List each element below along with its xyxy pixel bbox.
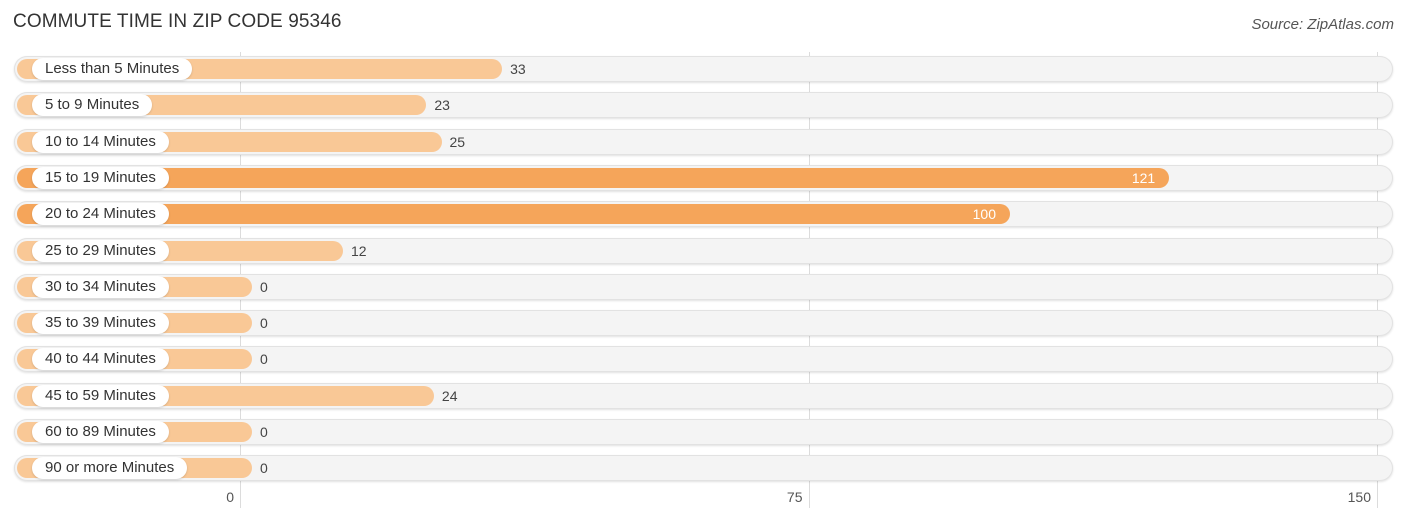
value-label: 12 xyxy=(350,242,367,259)
category-label: Less than 5 Minutes xyxy=(32,58,193,80)
category-label: 40 to 44 Minutes xyxy=(32,348,169,371)
bar-row: 90 or more Minutes 0 xyxy=(14,455,1393,482)
category-label: 45 to 59 Minutes xyxy=(32,384,169,407)
bar-row: Less than 5 Minutes 33 xyxy=(14,56,1393,82)
bar-row: 25 to 29 Minutes 12 xyxy=(14,237,1393,264)
value-label: 0 xyxy=(260,351,268,368)
bar[interactable] xyxy=(17,167,1170,188)
bar-row: 15 to 19 Minutes 121 xyxy=(14,164,1393,191)
value-label: 24 xyxy=(441,387,458,404)
category-label: 10 to 14 Minutes xyxy=(32,130,169,153)
bar-row: 30 to 34 Minutes 0 xyxy=(14,273,1393,300)
value-label: 23 xyxy=(434,97,450,114)
category-label: 30 to 34 Minutes xyxy=(32,275,169,298)
category-label: 90 or more Minutes xyxy=(32,457,188,480)
value-label: 25 xyxy=(449,133,466,150)
category-label: 25 to 29 Minutes xyxy=(32,239,169,262)
x-tick-label: 150 xyxy=(1347,489,1371,505)
category-label: 35 to 39 Minutes xyxy=(32,312,169,335)
value-label: 0 xyxy=(260,460,268,477)
x-tick-label: 0 xyxy=(226,489,234,505)
bar-row: 60 to 89 Minutes 0 xyxy=(14,419,1393,445)
chart-title: COMMUTE TIME IN ZIP CODE 95346 xyxy=(13,11,342,32)
category-label: 60 to 89 Minutes xyxy=(32,421,169,443)
x-tick-label: 75 xyxy=(786,489,803,505)
bar-row: 35 to 39 Minutes 0 xyxy=(14,310,1393,337)
bar-row: 20 to 24 Minutes 100 xyxy=(14,201,1393,228)
bar-row: 10 to 14 Minutes 25 xyxy=(14,128,1393,155)
category-label: 5 to 9 Minutes xyxy=(32,94,153,117)
value-label: 0 xyxy=(260,315,268,332)
bar-row: 45 to 59 Minutes 24 xyxy=(14,382,1393,409)
chart-source: Source: ZipAtlas.com xyxy=(1251,16,1394,33)
value-label: 33 xyxy=(510,61,526,77)
value-label: 0 xyxy=(260,424,268,440)
value-label: 0 xyxy=(260,278,268,295)
category-label: 20 to 24 Minutes xyxy=(32,203,169,226)
value-label: 121 xyxy=(1131,169,1156,186)
bar-row: 5 to 9 Minutes 23 xyxy=(14,92,1393,119)
category-label: 15 to 19 Minutes xyxy=(32,166,169,189)
bar-row: 40 to 44 Minutes 0 xyxy=(14,346,1393,373)
value-label: 100 xyxy=(972,206,996,223)
